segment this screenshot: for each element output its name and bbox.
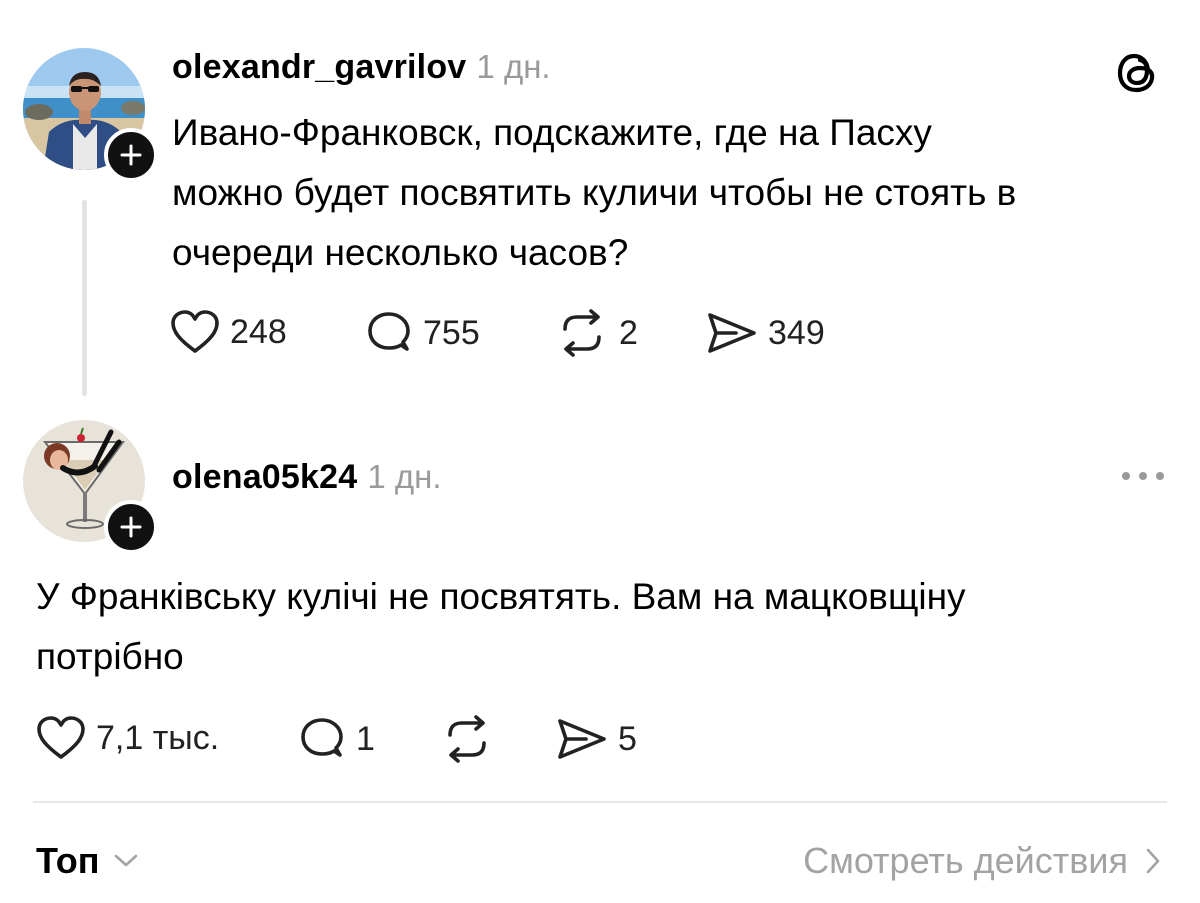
like-button[interactable]: 7,1 тыс. xyxy=(36,715,219,761)
username[interactable]: olena05k24 xyxy=(172,458,357,497)
repost-button[interactable]: 2 xyxy=(555,309,638,357)
share-button[interactable]: 5 xyxy=(556,715,637,763)
heart-icon xyxy=(37,716,85,759)
more-options-icon[interactable] xyxy=(1120,468,1166,489)
post-text-line: очереди несколько часов? xyxy=(172,232,629,273)
threads-logo-icon[interactable] xyxy=(1114,48,1162,103)
share-count: 349 xyxy=(768,313,825,352)
post-time: 1 дн. xyxy=(367,458,442,495)
post-time: 1 дн. xyxy=(476,48,551,85)
repost-button[interactable] xyxy=(440,715,504,763)
plus-icon xyxy=(120,144,142,166)
post-text-line: можно будет посвятить куличи чтобы не ст… xyxy=(172,172,1017,213)
username[interactable]: olexandr_gavrilov xyxy=(172,48,466,87)
chevron-down-icon xyxy=(115,854,138,867)
comment-icon xyxy=(301,718,343,757)
reply-count: 755 xyxy=(423,313,480,352)
post-text-line: Ивано-Франковск, подскажите, где на Пасх… xyxy=(172,112,932,153)
view-activity-link[interactable]: Смотреть действия xyxy=(803,840,1164,882)
send-icon xyxy=(558,719,606,759)
follow-plus-button[interactable] xyxy=(104,128,158,182)
chevron-right-icon xyxy=(1146,848,1160,874)
reply-count: 1 xyxy=(356,719,375,758)
like-count: 7,1 тыс. xyxy=(96,718,220,757)
share-count: 5 xyxy=(618,719,637,758)
like-count: 248 xyxy=(230,312,287,351)
share-button[interactable]: 349 xyxy=(706,309,825,357)
post-text-line: У Франківську кулічі не посвятять. Вам н… xyxy=(36,576,966,617)
reply-button[interactable]: 1 xyxy=(298,715,375,763)
post-header: olena05k24 1 дн. xyxy=(172,458,442,497)
sort-dropdown[interactable]: Топ xyxy=(36,840,141,882)
post-text-line: потрібно xyxy=(36,636,184,677)
like-button[interactable]: 248 xyxy=(170,309,287,355)
plus-icon xyxy=(120,516,142,538)
reply-button[interactable]: 755 xyxy=(365,309,480,357)
sort-label: Топ xyxy=(36,840,100,881)
send-icon xyxy=(708,313,756,353)
thread-connector-line xyxy=(82,200,87,396)
repost-count: 2 xyxy=(619,313,638,352)
repost-icon xyxy=(448,715,486,763)
divider xyxy=(33,801,1167,803)
view-activity-label: Смотреть действия xyxy=(803,840,1128,881)
repost-icon xyxy=(563,309,601,357)
heart-icon xyxy=(171,310,219,353)
post-text: У Франківську кулічі не посвятять. Вам н… xyxy=(36,567,966,687)
follow-plus-button[interactable] xyxy=(104,500,158,554)
post-text: Ивано-Франковск, подскажите, где на Пасх… xyxy=(172,103,1016,283)
comment-icon xyxy=(368,312,410,351)
post-header: olexandr_gavrilov 1 дн. xyxy=(172,48,551,87)
